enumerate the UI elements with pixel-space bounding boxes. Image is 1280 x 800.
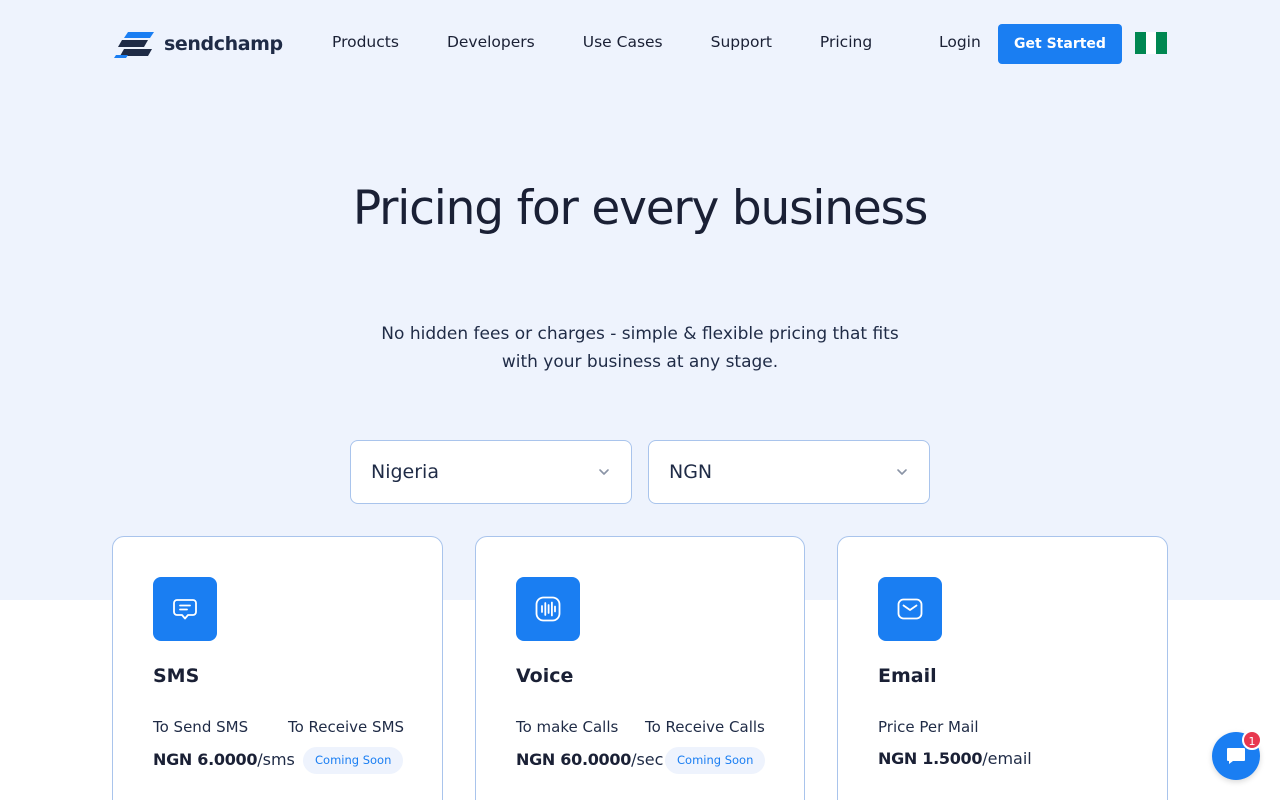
nigeria-flag-icon[interactable] bbox=[1135, 32, 1168, 54]
email-price-label: Price Per Mail bbox=[878, 718, 979, 736]
nav-pricing[interactable]: Pricing bbox=[820, 33, 872, 51]
currency-select[interactable]: NGN bbox=[648, 440, 930, 504]
main-menu: Products Developers Use Cases Support Pr… bbox=[332, 33, 920, 51]
coming-soon-badge: Coming Soon bbox=[665, 747, 766, 774]
sms-price-amount: NGN 6.0000 bbox=[153, 750, 258, 769]
get-started-button[interactable]: Get Started bbox=[998, 24, 1122, 64]
sms-icon-tile bbox=[153, 577, 217, 641]
nav-use-cases[interactable]: Use Cases bbox=[583, 33, 663, 51]
voice-icon-tile bbox=[516, 577, 580, 641]
chat-message-icon bbox=[173, 599, 197, 620]
nav-products[interactable]: Products bbox=[332, 33, 399, 51]
brand-name: sendchamp bbox=[164, 33, 283, 55]
voice-make-column: To make Calls bbox=[516, 718, 618, 736]
flag-stripe-left bbox=[1135, 32, 1146, 54]
unread-count-badge: 1 bbox=[1242, 730, 1262, 750]
chat-bubble-icon bbox=[1227, 748, 1245, 764]
sms-send-column: To Send SMS bbox=[153, 718, 248, 736]
email-price-amount: NGN 1.5000 bbox=[878, 749, 983, 768]
voice-make-price: NGN 60.0000/sec bbox=[516, 750, 663, 769]
sms-receive-label: To Receive SMS bbox=[288, 718, 405, 736]
voice-pricing-card: Voice To make Calls To Receive Calls NGN… bbox=[475, 536, 805, 800]
currency-select-value: NGN bbox=[669, 461, 713, 483]
top-navigation: sendchamp Products Developers Use Cases … bbox=[0, 0, 1280, 88]
email-price: NGN 1.5000/email bbox=[878, 749, 1032, 768]
card-title-sms: SMS bbox=[153, 665, 200, 687]
sound-wave-icon bbox=[535, 596, 561, 622]
country-select-value: Nigeria bbox=[371, 461, 439, 483]
voice-price-unit: /sec bbox=[631, 750, 664, 769]
hero-background bbox=[0, 0, 1280, 600]
chat-launcher-button[interactable]: 1 bbox=[1212, 730, 1262, 780]
sendchamp-logo[interactable]: sendchamp bbox=[114, 28, 283, 60]
flag-stripe-right bbox=[1156, 32, 1168, 54]
card-title-email: Email bbox=[878, 665, 937, 687]
nav-support[interactable]: Support bbox=[711, 33, 772, 51]
sms-receive-column: To Receive SMS bbox=[288, 718, 404, 736]
page-title: Pricing for every business bbox=[352, 181, 928, 236]
voice-price-amount: NGN 60.0000 bbox=[516, 750, 632, 769]
login-link[interactable]: Login bbox=[939, 33, 981, 51]
sms-price-unit: /sms bbox=[257, 750, 295, 769]
email-pricing-card: Email Price Per Mail NGN 1.5000/email bbox=[837, 536, 1168, 800]
sendchamp-logo-icon bbox=[114, 32, 154, 58]
email-icon-tile bbox=[878, 577, 942, 641]
flag-stripe-middle bbox=[1145, 32, 1157, 54]
sms-pricing-card: SMS To Send SMS To Receive SMS NGN 6.000… bbox=[112, 536, 443, 800]
card-title-voice: Voice bbox=[516, 665, 574, 687]
country-select[interactable]: Nigeria bbox=[350, 440, 632, 504]
email-price-column: Price Per Mail bbox=[878, 718, 979, 736]
chevron-down-icon bbox=[599, 469, 609, 475]
nav-developers[interactable]: Developers bbox=[447, 33, 535, 51]
sms-send-label: To Send SMS bbox=[153, 718, 249, 736]
page-subtitle: No hidden fees or charges - simple & fle… bbox=[381, 324, 899, 372]
email-price-unit: /email bbox=[982, 749, 1032, 768]
sms-send-price: NGN 6.0000/sms bbox=[153, 750, 295, 769]
chevron-down-icon bbox=[897, 469, 907, 475]
coming-soon-badge: Coming Soon bbox=[303, 747, 404, 774]
voice-receive-label: To Receive Calls bbox=[645, 718, 765, 736]
voice-make-label: To make Calls bbox=[516, 718, 619, 736]
voice-receive-column: To Receive Calls bbox=[645, 718, 765, 736]
envelope-icon bbox=[897, 598, 923, 620]
